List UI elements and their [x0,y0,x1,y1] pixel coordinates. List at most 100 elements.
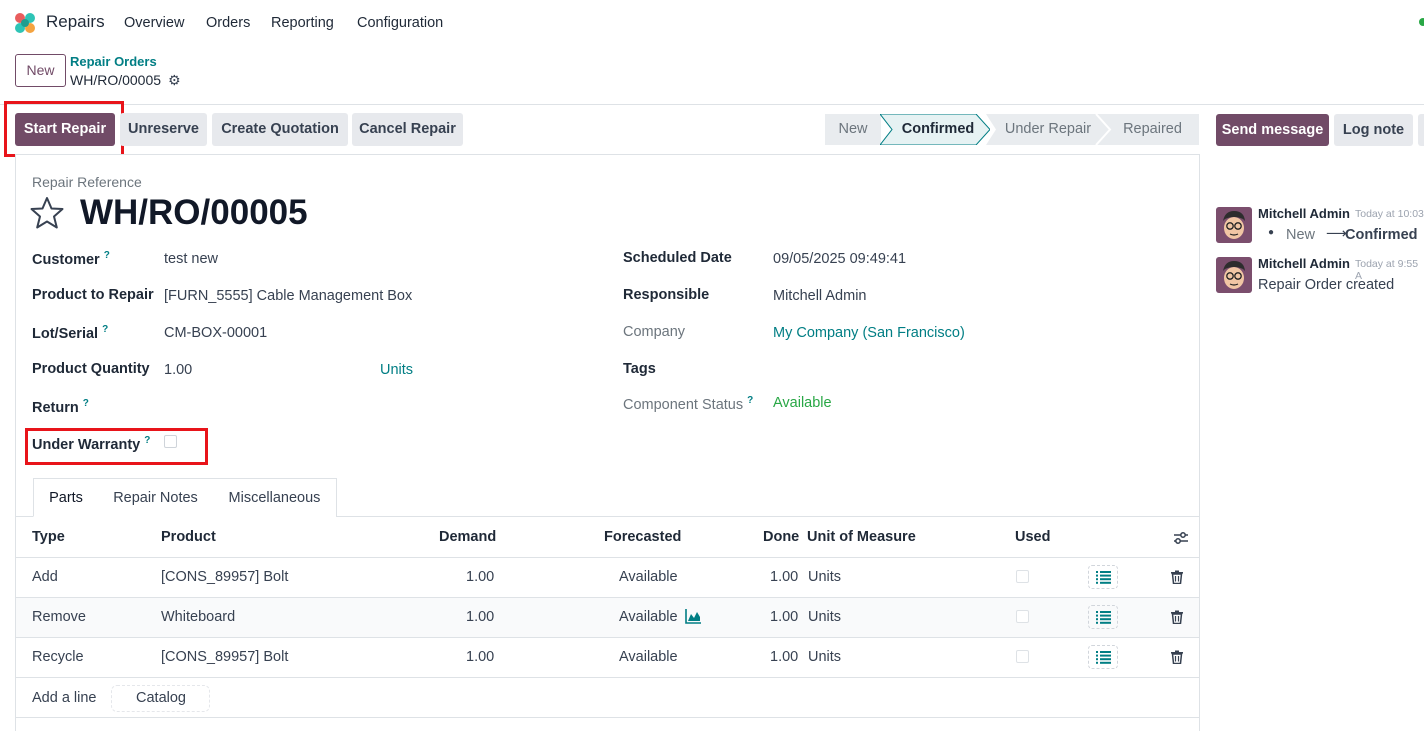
catalog-label[interactable]: Catalog [136,690,186,706]
row-2-used-checkbox[interactable] [1016,610,1029,623]
page-title: WH/RO/00005 [80,193,308,232]
responsible-field[interactable]: Mitchell Admin [773,288,866,304]
status-under-repair[interactable]: Under Repair [996,114,1100,145]
status-repaired[interactable]: Repaired [1110,114,1195,145]
row-2-type[interactable]: Remove [32,609,86,625]
responsible-label: Responsible [623,287,710,303]
new-button[interactable]: New [15,54,66,87]
tab-miscellaneous[interactable]: Miscellaneous [213,478,337,517]
row-3-demand[interactable]: 1.00 [466,649,494,665]
column-settings-icon[interactable] [1173,531,1189,545]
row-3-trash-icon[interactable] [1170,650,1184,664]
row-3-done[interactable]: 1.00 [770,649,798,665]
row-1-demand[interactable]: 1.00 [466,569,494,585]
star-icon[interactable] [30,196,64,230]
row-2-done[interactable]: 1.00 [770,609,798,625]
col-uom[interactable]: Unit of Measure [807,529,916,545]
gear-icon[interactable]: ⚙ [168,72,181,89]
tags-label: Tags [623,361,656,377]
message-1-change-from: New [1286,227,1316,243]
repair-reference-label: Repair Reference [32,174,142,190]
component-status-label: Component Status? [623,395,754,413]
row-1-type[interactable]: Add [32,569,58,585]
app-name[interactable]: Repairs [46,12,105,32]
row-1-trash-icon[interactable] [1170,570,1184,584]
nav-reporting[interactable]: Reporting [271,15,334,31]
tab-parts[interactable]: Parts [33,478,99,517]
product-quantity-field[interactable]: 1.00 [164,362,192,378]
activities-button-partial[interactable] [1418,114,1424,146]
divider [0,104,1424,105]
col-demand[interactable]: Demand [439,529,496,545]
send-message-button[interactable]: Send message [1216,114,1329,146]
product-uom-field[interactable]: Units [380,362,413,378]
breadcrumb-current: WH/RO/00005 [70,72,162,88]
message-1-change-to: Confirmed [1345,227,1418,243]
create-quotation-button[interactable]: Create Quotation [212,113,348,146]
lot-serial-label: Lot/Serial? [32,324,109,342]
component-status-value: Available [773,395,832,411]
top-navbar: Repairs Overview Orders Reporting Config… [0,0,1424,46]
header-divider [16,557,1199,558]
return-label: Return? [32,398,89,416]
row-3-product[interactable]: [CONS_89957] Bolt [161,649,288,665]
row-1-forecasted: Available [619,569,678,585]
message-2-author[interactable]: Mitchell Admin [1258,256,1350,271]
message-2-body: Repair Order created [1258,277,1395,293]
highlight-box-warranty [25,428,208,465]
repairs-app-icon[interactable] [14,12,36,34]
row-1-used-checkbox[interactable] [1016,570,1029,583]
row-2-product[interactable]: Whiteboard [161,609,235,625]
message-1-author[interactable]: Mitchell Admin [1258,206,1350,221]
status-confirmed[interactable]: Confirmed [890,114,986,145]
scheduled-date-label: Scheduled Date [623,250,732,266]
row-1-done[interactable]: 1.00 [770,569,798,585]
breadcrumb-parent[interactable]: Repair Orders [70,54,157,69]
row-1-details-icon[interactable] [1088,565,1118,589]
nav-orders[interactable]: Orders [206,15,250,31]
highlight-box-start-repair [4,101,124,157]
col-type[interactable]: Type [32,529,65,545]
row-2-details-icon[interactable] [1088,605,1118,629]
lot-serial-field[interactable]: CM-BOX-00001 [164,325,267,341]
row-divider [16,637,1199,638]
scheduled-date-field[interactable]: 09/05/2025 09:49:41 [773,251,906,267]
avatar[interactable] [1216,207,1252,243]
add-line-link[interactable]: Add a line [32,690,97,706]
row-divider [16,677,1199,678]
cancel-repair-button[interactable]: Cancel Repair [352,113,463,146]
nav-overview[interactable]: Overview [124,15,184,31]
row-2-forecasted: Available [619,609,678,625]
tab-repair-notes[interactable]: Repair Notes [98,478,214,517]
avatar[interactable] [1216,257,1252,293]
col-product[interactable]: Product [161,529,216,545]
row-3-details-icon[interactable] [1088,645,1118,669]
message-1-time: Today at 10:03 [1355,208,1424,220]
row-1-uom[interactable]: Units [808,569,841,585]
row-2-demand[interactable]: 1.00 [466,609,494,625]
row-2-trash-icon[interactable] [1170,610,1184,624]
log-note-button[interactable]: Log note [1334,114,1413,146]
col-forecasted[interactable]: Forecasted [604,529,681,545]
forecast-chart-icon[interactable] [685,608,702,624]
product-quantity-label: Product Quantity [32,361,150,377]
company-field[interactable]: My Company (San Francisco) [773,325,965,341]
row-2-uom[interactable]: Units [808,609,841,625]
arrow-right-icon: ⟶ [1326,226,1347,242]
bullet: ● [1268,227,1275,238]
row-1-product[interactable]: [CONS_89957] Bolt [161,569,288,585]
product-to-repair-label: Product to Repair [32,287,154,303]
customer-field[interactable]: test new [164,251,218,267]
customer-label: Customer? [32,250,110,268]
tags-field[interactable] [773,358,1173,382]
row-3-uom[interactable]: Units [808,649,841,665]
status-new[interactable]: New [825,114,881,145]
nav-configuration[interactable]: Configuration [357,15,443,31]
row-3-used-checkbox[interactable] [1016,650,1029,663]
col-used[interactable]: Used [1015,529,1050,545]
col-done[interactable]: Done [763,529,799,545]
unreserve-button[interactable]: Unreserve [120,113,207,146]
product-to-repair-field[interactable]: [FURN_5555] Cable Management Box [164,288,412,304]
company-label: Company [623,324,686,340]
row-3-type[interactable]: Recycle [32,649,84,665]
